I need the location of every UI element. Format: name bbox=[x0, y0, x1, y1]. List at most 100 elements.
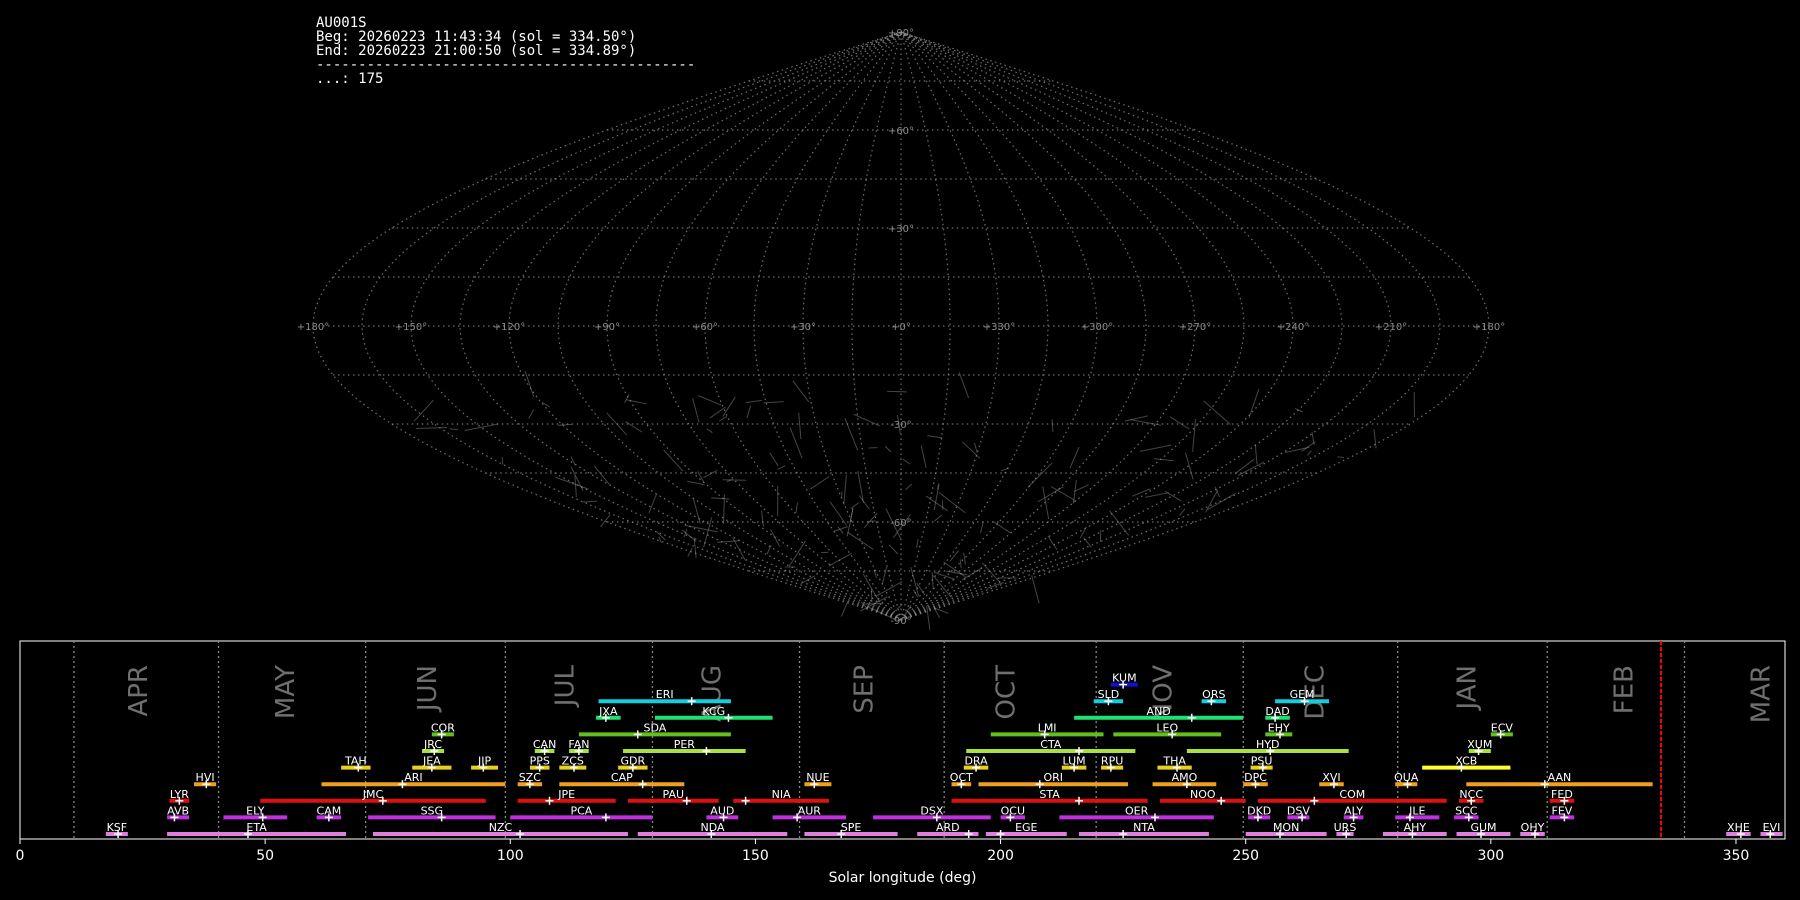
month-label: JUN bbox=[413, 665, 443, 713]
shower-label: DKD bbox=[1247, 804, 1271, 817]
shower-label: SSG bbox=[421, 804, 444, 817]
shower-label: NIA bbox=[772, 788, 791, 801]
shower-label: LMI bbox=[1038, 721, 1057, 734]
shower-label: OCT bbox=[950, 771, 973, 784]
month-label: MAR bbox=[1747, 665, 1777, 723]
shower-label: OHY bbox=[1521, 821, 1545, 834]
shower-label: ECV bbox=[1491, 721, 1514, 734]
shower-label: AAN bbox=[1548, 771, 1572, 784]
shower-label: HVI bbox=[196, 771, 215, 784]
shower-label: KCG bbox=[702, 705, 725, 718]
shower-label: CAM bbox=[317, 804, 342, 817]
shower-label: ORS bbox=[1202, 688, 1225, 701]
shower-label: XCB bbox=[1455, 755, 1477, 768]
shower-label: THA bbox=[1162, 755, 1186, 768]
shower-label: SZC bbox=[519, 771, 542, 784]
shower-label: PCA bbox=[570, 804, 592, 817]
x-tick-label: 300 bbox=[1477, 848, 1504, 864]
x-tick-label: 250 bbox=[1232, 848, 1259, 864]
shower-label: DAD bbox=[1265, 705, 1289, 718]
shower-label: GUM bbox=[1470, 821, 1496, 834]
shower-label: ORI bbox=[1043, 771, 1063, 784]
shower-label: EHY bbox=[1268, 721, 1290, 734]
shower-label: CAN bbox=[533, 738, 556, 751]
shower-label: JMC bbox=[362, 788, 384, 801]
shower-label: MON bbox=[1273, 821, 1299, 834]
month-label: JAN bbox=[1452, 665, 1482, 711]
shower-label: DRA bbox=[964, 755, 988, 768]
shower-label: SDA bbox=[644, 721, 667, 734]
shower-timeline-chart: APR MAY JUN JUL AUG SEP OCT NOV DEC JAN FEB MARKSF E… bbox=[16, 640, 1786, 886]
shower-label: OER bbox=[1125, 804, 1149, 817]
shower-label: XVI bbox=[1322, 771, 1340, 784]
shower-label: DPC bbox=[1244, 771, 1267, 784]
shower-label: HYD bbox=[1256, 738, 1279, 751]
shower-label: KUM bbox=[1112, 672, 1136, 685]
x-tick-label: 0 bbox=[16, 848, 25, 864]
shower-label: NUE bbox=[806, 771, 829, 784]
shower-label: FEV bbox=[1552, 804, 1573, 817]
shower-label: PPS bbox=[530, 755, 550, 768]
month-label: APR bbox=[124, 665, 154, 717]
shower-label: JIP bbox=[477, 755, 491, 768]
shower-label: LUM bbox=[1063, 755, 1086, 768]
month-label: FEB bbox=[1609, 665, 1639, 714]
shower-label: LYR bbox=[170, 788, 189, 801]
x-tick-label: 150 bbox=[742, 848, 769, 864]
shower-label: XUM bbox=[1467, 738, 1492, 751]
shower-label: AUR bbox=[798, 804, 822, 817]
shower-label: ERI bbox=[656, 688, 674, 701]
shower-label: CTA bbox=[1040, 738, 1062, 751]
shower-label: XHE bbox=[1727, 821, 1750, 834]
shower-label: DSV bbox=[1287, 804, 1310, 817]
shower-label: GDR bbox=[621, 755, 646, 768]
shower-label: NDA bbox=[701, 821, 726, 834]
shower-label: ARI bbox=[404, 771, 422, 784]
shower-label: SCC bbox=[1455, 804, 1478, 817]
shower-label: EVI bbox=[1763, 821, 1781, 834]
month-label: OCT bbox=[992, 665, 1022, 720]
shower-label: PER bbox=[674, 738, 696, 751]
shower-label: CAP bbox=[611, 771, 633, 784]
shower-label: URS bbox=[1334, 821, 1357, 834]
shower-label: JRC bbox=[423, 738, 442, 751]
shower-label: OCU bbox=[1001, 804, 1025, 817]
shower-label: NOO bbox=[1190, 788, 1216, 801]
month-label: SEP bbox=[849, 665, 879, 714]
shower-label: AHY bbox=[1404, 821, 1427, 834]
shower-label: JEA bbox=[422, 755, 441, 768]
shower-label: NTA bbox=[1133, 821, 1155, 834]
shower-label: AVB bbox=[167, 804, 189, 817]
shower-label: AUD bbox=[710, 804, 734, 817]
shower-label: ZCS bbox=[562, 755, 584, 768]
shower-label: DSX bbox=[920, 804, 943, 817]
shower-label: ARD bbox=[936, 821, 960, 834]
shower-label: STA bbox=[1039, 788, 1060, 801]
shower-label: JPE bbox=[557, 788, 575, 801]
shower-label: QUA bbox=[1394, 771, 1419, 784]
shower-label: JXA bbox=[598, 705, 618, 718]
x-axis-title: Solar longitude (deg) bbox=[829, 870, 977, 886]
shower-label: SPE bbox=[841, 821, 862, 834]
shower-label: AMO bbox=[1172, 771, 1198, 784]
shower-label: AND bbox=[1147, 705, 1171, 718]
shower-label: KSF bbox=[107, 821, 128, 834]
x-tick-label: 350 bbox=[1723, 848, 1750, 864]
shower-label: NCC bbox=[1459, 788, 1483, 801]
shower-label: GEM bbox=[1290, 688, 1315, 701]
shower-label: EGE bbox=[1015, 821, 1037, 834]
shower-label: COR bbox=[431, 721, 455, 734]
shower-label: ALY bbox=[1344, 804, 1363, 817]
shower-label: RPU bbox=[1101, 755, 1123, 768]
shower-label: TAH bbox=[344, 755, 367, 768]
shower-label: COM bbox=[1339, 788, 1365, 801]
shower-label: ETA bbox=[246, 821, 267, 834]
x-tick-label: 50 bbox=[256, 848, 274, 864]
month-label: MAY bbox=[271, 665, 301, 719]
shower-label: NZC bbox=[489, 821, 513, 834]
month-label: JUL bbox=[550, 664, 580, 708]
shower-label: LEO bbox=[1156, 721, 1178, 734]
shower-label: PSU bbox=[1251, 755, 1273, 768]
x-tick-label: 100 bbox=[497, 848, 524, 864]
shower-label: JLE bbox=[1408, 804, 1425, 817]
